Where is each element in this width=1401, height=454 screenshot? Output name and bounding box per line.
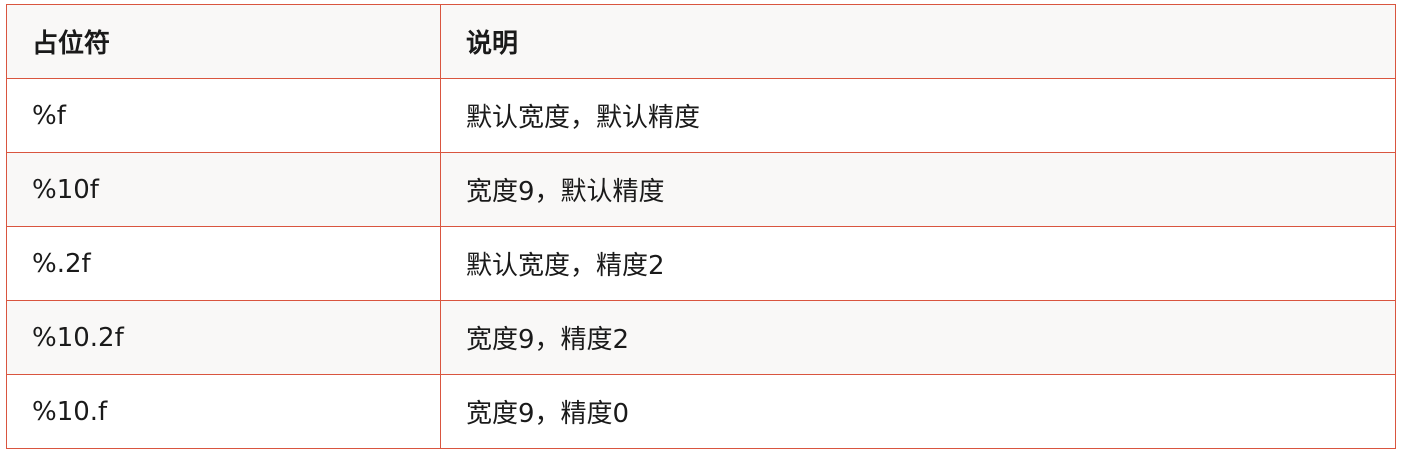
- format-specifier-table-container: 占位符 说明 %f 默认宽度，默认精度 %10f 宽度9，默认精度 %.2f 默…: [6, 4, 1396, 449]
- placeholder-cell: %10.f: [6, 374, 441, 449]
- table-row: %.2f 默认宽度，精度2: [6, 226, 1396, 301]
- placeholder-cell: %f: [6, 78, 441, 153]
- table-row: %10f 宽度9，默认精度: [6, 152, 1396, 227]
- placeholder-cell: %10.2f: [6, 300, 441, 375]
- description-cell: 宽度9，精度0: [440, 374, 1396, 449]
- description-cell: 默认宽度，精度2: [440, 226, 1396, 301]
- table-header-row: 占位符 说明: [6, 4, 1396, 79]
- format-specifier-table: 占位符 说明 %f 默认宽度，默认精度 %10f 宽度9，默认精度 %.2f 默…: [6, 4, 1396, 449]
- header-description: 说明: [440, 4, 1396, 79]
- header-placeholder: 占位符: [6, 4, 441, 79]
- table-row: %10.2f 宽度9，精度2: [6, 300, 1396, 375]
- description-cell: 默认宽度，默认精度: [440, 78, 1396, 153]
- description-cell: 宽度9，默认精度: [440, 152, 1396, 227]
- description-cell: 宽度9，精度2: [440, 300, 1396, 375]
- placeholder-cell: %10f: [6, 152, 441, 227]
- table-row: %f 默认宽度，默认精度: [6, 78, 1396, 153]
- placeholder-cell: %.2f: [6, 226, 441, 301]
- table-row: %10.f 宽度9，精度0: [6, 374, 1396, 449]
